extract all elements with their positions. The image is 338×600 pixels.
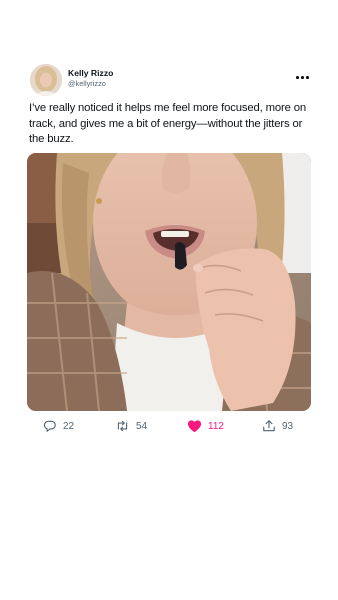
author-handle[interactable]: @kellyrizzo [68,79,113,89]
share-count: 93 [282,420,294,432]
repost-count: 54 [136,420,148,432]
tweet-media[interactable] [27,153,311,411]
tweet-header: Kelly Rizzo @kellyrizzo [28,64,312,98]
more-dot-2 [301,76,304,79]
tweet-text: I’ve really noticed it helps me feel mor… [29,102,306,145]
share-button[interactable]: 93 [262,416,293,436]
like-count: 112 [208,420,224,432]
reply-count: 22 [63,420,75,432]
heart-filled-icon [187,420,202,433]
author-display-name[interactable]: Kelly Rizzo [68,68,113,79]
more-dot-3 [306,76,309,79]
share-icon [263,420,275,432]
author-avatar[interactable] [30,64,62,96]
repost-button[interactable]: 54 [115,416,147,436]
tweet-card: Kelly Rizzo @kellyrizzo I’ve really noti… [0,0,338,600]
media-photo [27,153,311,411]
author-names: Kelly Rizzo @kellyrizzo [68,68,113,89]
reply-button[interactable]: 22 [43,416,74,436]
reply-icon [43,420,56,432]
repost-icon [117,420,128,432]
like-button[interactable]: 112 [187,416,224,436]
more-options-button[interactable] [296,72,310,82]
more-horizontal-icon [296,76,299,79]
tweet-action-bar: 22 54 112 93 [0,416,338,436]
